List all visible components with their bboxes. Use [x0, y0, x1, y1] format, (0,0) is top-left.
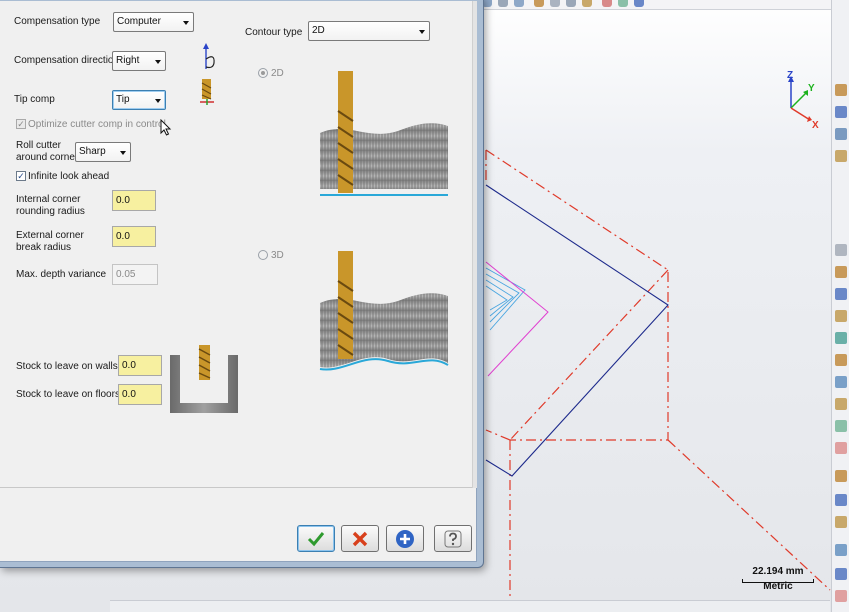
contour-3d-label: 3D [271, 250, 284, 261]
contour-type-label: Contour type [245, 27, 303, 38]
toolbar-icon[interactable] [835, 494, 847, 506]
chevron-down-icon [419, 30, 425, 34]
toolbar-icon[interactable] [835, 398, 847, 410]
direction-arrow-icon [203, 43, 215, 69]
question-icon [444, 530, 462, 547]
stock-walls-label: Stock to leave on walls [16, 361, 118, 372]
cancel-button[interactable] [341, 525, 379, 552]
axis-x-label: X [812, 120, 819, 131]
compensation-type-label: Compensation type [14, 16, 101, 27]
contour-2d-radio[interactable] [258, 68, 268, 78]
chevron-down-icon [155, 99, 161, 103]
toolbar-icon[interactable] [835, 568, 847, 580]
contour-2d-label: 2D [271, 68, 284, 79]
chevron-down-icon [120, 151, 126, 155]
tip-comp-label: Tip comp [14, 94, 55, 105]
infinite-look-ahead-checkbox[interactable]: ✓ [16, 171, 26, 181]
apply-button[interactable] [386, 525, 424, 552]
max-depth-variance-label: Max. depth variance [16, 269, 107, 280]
toolbar-icon[interactable] [835, 244, 847, 256]
external-corner-radius-input[interactable]: 0.0 [112, 226, 156, 247]
compensation-direction-label: Compensation direction [14, 55, 120, 66]
toolbar-icon[interactable] [835, 310, 847, 322]
roll-cutter-label-line1: Roll cutter [16, 140, 62, 151]
roll-cutter-dropdown[interactable]: Sharp [75, 142, 131, 162]
roll-cutter-label-line2: around corners [16, 152, 84, 163]
internal-corner-label-line1: Internal corner [16, 194, 81, 205]
internal-corner-radius-input[interactable]: 0.0 [112, 190, 156, 211]
toolbar-icon[interactable] [835, 516, 847, 528]
contour-type-value: 2D [312, 25, 325, 36]
max-depth-variance-input[interactable]: 0.05 [112, 264, 158, 285]
optimize-cutter-comp-checkbox[interactable]: ✓ [16, 119, 26, 129]
toolbar-icon[interactable] [835, 266, 847, 278]
compensation-dialog: Compensation type Computer Compensation … [0, 0, 484, 568]
compensation-type-value: Computer [117, 16, 161, 27]
contour-2d-illustration [320, 71, 448, 196]
internal-corner-label-line2: rounding radius [16, 206, 85, 217]
contour-3d-illustration [319, 251, 449, 371]
stock-walls-input[interactable]: 0.0 [118, 355, 162, 376]
right-toolbar [831, 0, 849, 612]
scale-unit: Metric [763, 581, 793, 592]
toolbar-icon[interactable] [835, 590, 847, 602]
toolbar-icon[interactable] [835, 128, 847, 140]
dialog-content-panel: Compensation type Computer Compensation … [0, 1, 477, 488]
toolbar-icon[interactable] [835, 288, 847, 300]
chevron-down-icon [183, 21, 189, 25]
scale-value: 22.194 mm [752, 566, 804, 577]
external-corner-label-line2: break radius [16, 242, 72, 253]
scale-indicator: 22.194 mm Metric [740, 565, 816, 593]
status-strip [110, 600, 830, 612]
toolbar-icon[interactable] [835, 354, 847, 366]
tip-comp-dropdown[interactable]: Tip [112, 90, 166, 110]
toolbar-icon[interactable] [835, 376, 847, 388]
toolbar-icon[interactable] [835, 420, 847, 432]
contour-3d-radio[interactable] [258, 250, 268, 260]
vertical-scrollbar[interactable] [472, 1, 477, 488]
stock-floors-label: Stock to leave on floors [16, 389, 120, 400]
toolbar-icon[interactable] [835, 470, 847, 482]
toolbar-icon[interactable] [835, 544, 847, 556]
tip-comp-value: Tip [116, 94, 130, 105]
compensation-direction-value: Right [116, 55, 140, 66]
axis-z-label: Z [787, 70, 793, 81]
external-corner-label-line1: External corner [16, 230, 84, 241]
x-icon [352, 531, 368, 546]
toolbar-icon[interactable] [835, 106, 847, 118]
compensation-direction-dropdown[interactable]: Right [112, 51, 166, 71]
axis-y-label: Y [808, 83, 815, 94]
toolbar-icon[interactable] [835, 442, 847, 454]
checkmark-icon [307, 531, 325, 546]
contour-type-dropdown[interactable]: 2D [308, 21, 430, 41]
ok-button[interactable] [297, 525, 335, 552]
help-button[interactable] [434, 525, 472, 552]
optimize-cutter-comp-label: Optimize cutter comp in control [28, 119, 166, 130]
plus-circle-icon [396, 529, 414, 548]
toolbar-icon[interactable] [835, 332, 847, 344]
chevron-down-icon [155, 60, 161, 64]
stock-to-leave-illustration [170, 345, 238, 413]
tool-tip-icon [200, 79, 214, 105]
toolbar-icon[interactable] [835, 84, 847, 96]
toolbar-icon[interactable] [835, 150, 847, 162]
mouse-pointer-icon [160, 119, 172, 136]
compensation-type-dropdown[interactable]: Computer [113, 12, 194, 32]
stock-floors-input[interactable]: 0.0 [118, 384, 162, 405]
roll-cutter-value: Sharp [79, 146, 106, 157]
infinite-look-ahead-label: Infinite look ahead [28, 171, 110, 182]
